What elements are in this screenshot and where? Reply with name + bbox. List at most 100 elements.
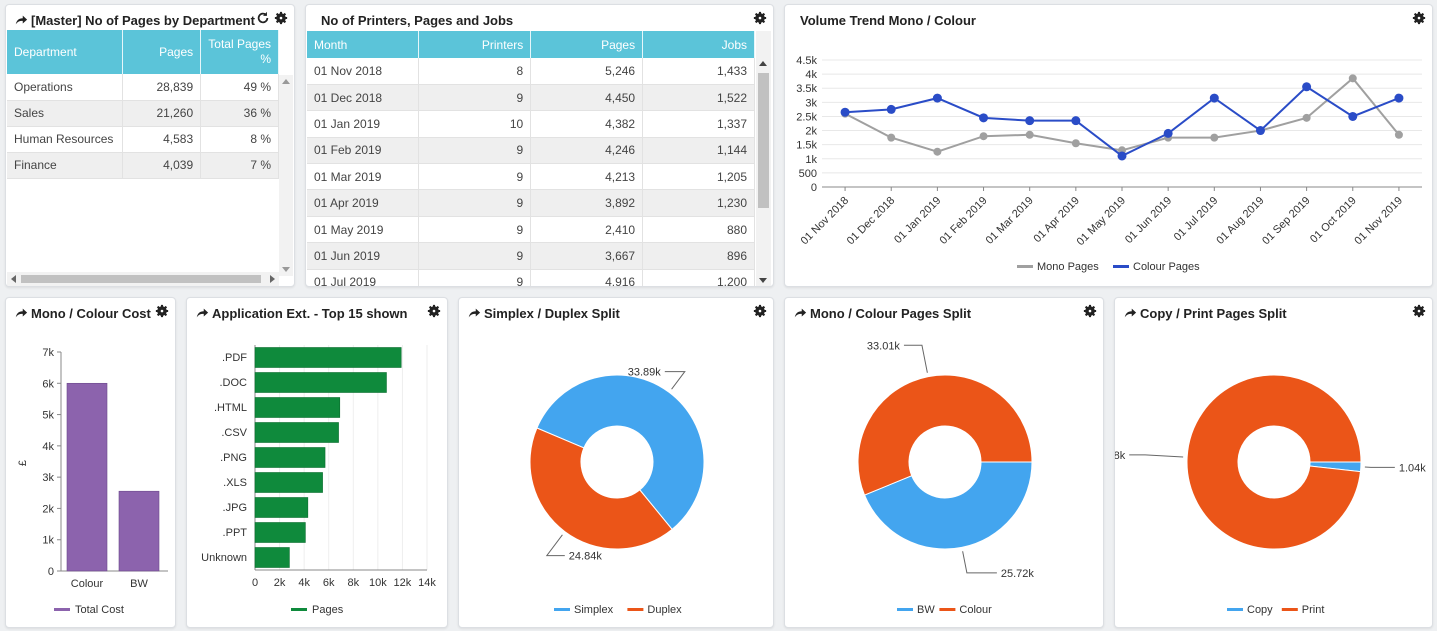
scroll-left-arrow[interactable]	[11, 275, 16, 283]
column-header-pages[interactable]: Pages	[122, 30, 202, 74]
share-arrow-icon[interactable]	[14, 306, 28, 320]
gear-icon[interactable]	[155, 304, 169, 318]
cell: 9	[418, 189, 532, 217]
refresh-icon[interactable]	[256, 11, 270, 25]
share-arrow-icon[interactable]	[1123, 306, 1137, 320]
data-point	[932, 93, 942, 103]
gear-icon[interactable]	[427, 304, 441, 318]
cell: 880	[642, 216, 755, 244]
x-tick-label: 01 Dec 2018	[845, 195, 898, 248]
series-line	[845, 85, 1400, 158]
scroll-up-arrow[interactable]	[759, 61, 767, 66]
x-tick-label: 10k	[369, 577, 387, 589]
x-tick-label: 6k	[323, 577, 335, 589]
table-row[interactable]: 01 Nov 2018 8 5,246 1,433	[307, 58, 755, 85]
share-arrow-icon[interactable]	[793, 306, 807, 320]
cell: 01 Nov 2018	[307, 58, 420, 85]
share-arrow-icon[interactable]	[467, 306, 481, 320]
x-tick-label: 8k	[347, 577, 359, 589]
column-header-pages[interactable]: Pages	[530, 31, 644, 58]
label-connector	[962, 551, 997, 574]
scroll-thumb[interactable]	[758, 73, 769, 208]
table-row[interactable]: 01 Feb 2019 9 4,246 1,144	[307, 137, 755, 165]
column-header-month[interactable]: Month	[307, 31, 420, 58]
data-label: 33.89k	[628, 367, 662, 379]
legend-label: Pages	[312, 604, 344, 616]
table-row[interactable]: Operations 28,839 49 %	[7, 74, 279, 101]
gear-icon[interactable]	[753, 11, 767, 25]
data-point	[1394, 93, 1404, 103]
cell: 01 Jan 2019	[307, 110, 420, 138]
table-row[interactable]: 01 Jan 2019 10 4,382 1,337	[307, 110, 755, 138]
legend-swatch	[54, 608, 70, 611]
share-arrow-icon[interactable]	[195, 306, 209, 320]
gear-icon[interactable]	[1083, 304, 1097, 318]
gear-icon[interactable]	[1412, 304, 1426, 318]
x-tick-label: 01 Nov 2018	[799, 195, 852, 248]
application-ext-widget: Application Ext. - Top 15 shown 0 2k 4k 6k 8…	[186, 297, 448, 628]
y-tick-label: 3.5k	[796, 83, 817, 95]
printers-pages-jobs-widget: No of Printers, Pages and Jobs Month Pri…	[305, 4, 774, 287]
cell: 4,450	[530, 84, 644, 112]
cell: 01 Jul 2019	[307, 269, 420, 286]
bar	[118, 490, 160, 572]
legend-swatch	[1227, 608, 1243, 611]
y-axis-label: £	[17, 460, 29, 466]
table-row[interactable]: 01 Jun 2019 9 3,667 896	[307, 242, 755, 270]
volume-trend-chart: 05001k1.5k2k2.5k3k3.5k4k4.5k01 Nov 20180…	[796, 55, 1422, 273]
cell: 1,205	[642, 163, 755, 191]
legend-swatch	[1113, 265, 1129, 268]
widget-header: Application Ext. - Top 15 shown	[187, 298, 447, 328]
scroll-down-arrow[interactable]	[282, 267, 290, 272]
column-header-total-pages-pct[interactable]: Total Pages %	[200, 30, 279, 74]
x-tick-label: 01 Nov 2019	[1352, 195, 1405, 248]
x-tick-label: 01 Jun 2019	[1123, 195, 1174, 246]
cell: 4,213	[530, 163, 644, 191]
data-point	[1348, 74, 1357, 83]
table-row[interactable]: Sales 21,260 36 %	[7, 100, 279, 127]
x-tick-label: 01 Aug 2019	[1214, 195, 1266, 247]
x-tick-label: 01 May 2019	[1075, 195, 1128, 248]
bar	[254, 497, 309, 518]
label-connector	[545, 534, 565, 557]
table-row[interactable]: Human Resources 4,583 8 %	[7, 126, 279, 153]
data-point	[1255, 126, 1265, 136]
share-arrow-icon[interactable]	[14, 13, 28, 27]
table-row[interactable]: 01 Mar 2019 9 4,213 1,205	[307, 163, 755, 191]
scroll-down-arrow[interactable]	[759, 278, 767, 283]
bar	[254, 422, 339, 443]
column-header-printers[interactable]: Printers	[418, 31, 532, 58]
y-tick-label: 2k	[805, 126, 817, 138]
cell: 10	[418, 110, 532, 138]
data-point	[1117, 151, 1127, 161]
horizontal-scrollbar[interactable]	[7, 272, 279, 286]
widget-header: Simplex / Duplex Split	[459, 298, 773, 328]
scroll-up-arrow[interactable]	[282, 79, 290, 84]
gear-icon[interactable]	[1412, 11, 1426, 25]
scroll-right-arrow[interactable]	[270, 275, 275, 283]
x-tick-label: 0	[252, 577, 258, 589]
data-label: 24.84k	[569, 551, 603, 563]
y-tick-label: 0	[48, 566, 54, 578]
cell: 1,144	[642, 137, 755, 165]
vertical-scrollbar[interactable]	[279, 75, 293, 276]
table-row[interactable]: 01 May 2019 9 2,410 880	[307, 216, 755, 244]
cell: Finance	[7, 152, 124, 179]
scroll-thumb[interactable]	[21, 275, 261, 283]
table-row[interactable]: 01 Dec 2018 9 4,450 1,522	[307, 84, 755, 112]
cell: 1,522	[642, 84, 755, 112]
y-tick-label: .DOC	[220, 377, 248, 389]
y-tick-label: 6k	[42, 378, 54, 390]
data-point	[979, 132, 988, 141]
cell: 4,382	[530, 110, 644, 138]
table-row[interactable]: 01 Apr 2019 9 3,892 1,230	[307, 189, 755, 217]
table-row[interactable]: Finance 4,039 7 %	[7, 152, 279, 179]
gear-icon[interactable]	[753, 304, 767, 318]
vertical-scrollbar[interactable]	[756, 31, 771, 286]
gear-icon[interactable]	[274, 11, 288, 25]
column-header-department[interactable]: Department	[7, 30, 124, 74]
cell: 01 Dec 2018	[307, 84, 420, 112]
table-row[interactable]: 01 Jul 2019 9 4,916 1,200	[307, 269, 755, 286]
column-header-jobs[interactable]: Jobs	[642, 31, 755, 58]
cell: 3,667	[530, 242, 644, 270]
